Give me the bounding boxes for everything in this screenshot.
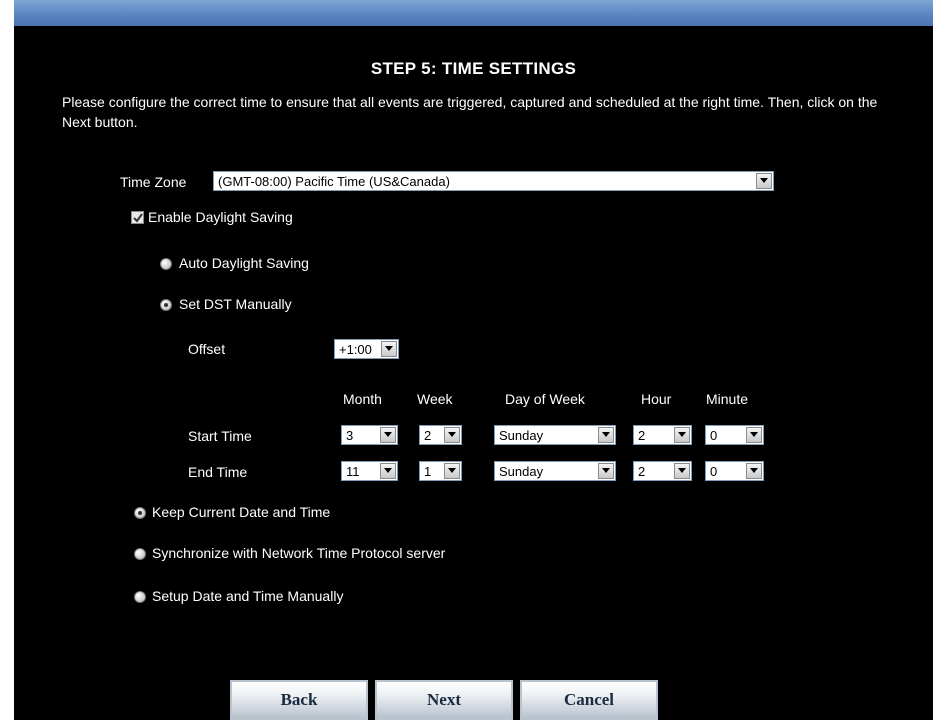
end-hour-value: 2 — [638, 464, 646, 479]
start-day-of-week-value: Sunday — [499, 428, 544, 443]
start-day-of-week-select[interactable]: Sunday — [494, 425, 616, 445]
instructions-text: Please configure the correct time to ens… — [62, 94, 878, 130]
enable-daylight-saving-label: Enable Daylight Saving — [148, 209, 293, 225]
back-button[interactable]: Back — [230, 680, 368, 720]
start-hour-select[interactable]: 2 — [633, 425, 692, 445]
enable-daylight-saving-checkbox[interactable] — [131, 211, 144, 224]
month-column-header: Month — [343, 391, 382, 407]
manual-time-radio[interactable] — [134, 591, 146, 603]
time-zone-select[interactable]: (GMT-08:00) Pacific Time (US&Canada) — [213, 171, 774, 191]
chevron-down-icon[interactable] — [444, 463, 460, 479]
minute-column-header: Minute — [706, 391, 749, 407]
end-week-value: 1 — [424, 464, 432, 479]
start-week-value: 2 — [424, 428, 432, 443]
auto-daylight-saving-label: Auto Daylight Saving — [179, 255, 309, 271]
chevron-down-icon[interactable] — [598, 463, 614, 479]
chevron-down-icon[interactable] — [746, 427, 762, 443]
chevron-down-icon[interactable] — [674, 463, 690, 479]
keep-current-time-label: Keep Current Date and Time — [152, 504, 331, 520]
chevron-down-icon[interactable] — [674, 427, 690, 443]
keep-current-time-radio[interactable] — [134, 507, 146, 519]
page-title: STEP 5: TIME SETTINGS — [370, 59, 577, 78]
chevron-down-icon[interactable] — [380, 427, 396, 443]
auto-daylight-saving-radio[interactable] — [160, 258, 172, 270]
ntp-sync-label: Synchronize with Network Time Protocol s… — [152, 545, 446, 561]
end-time-label: End Time — [188, 464, 248, 480]
end-minute-select[interactable]: 0 — [705, 461, 764, 481]
setup-wizard-panel: STEP 5: TIME SETTINGS Please configure t… — [14, 26, 933, 720]
hour-column-header: Hour — [641, 391, 672, 407]
next-button[interactable]: Next — [375, 680, 513, 720]
window-top-bar — [14, 0, 933, 26]
chevron-down-icon[interactable] — [598, 427, 614, 443]
end-day-of-week-value: Sunday — [499, 464, 544, 479]
set-dst-manually-radio[interactable] — [160, 299, 172, 311]
start-time-label: Start Time — [188, 428, 252, 444]
end-month-value: 11 — [346, 464, 360, 479]
time-zone-label: Time Zone — [120, 174, 187, 190]
set-dst-manually-label: Set DST Manually — [179, 296, 292, 312]
start-week-select[interactable]: 2 — [419, 425, 462, 445]
end-week-select[interactable]: 1 — [419, 461, 462, 481]
day-of-week-column-header: Day of Week — [505, 391, 585, 407]
ntp-sync-radio[interactable] — [134, 548, 146, 560]
start-minute-value: 0 — [710, 428, 718, 443]
checkmark-icon — [133, 213, 143, 223]
start-month-select[interactable]: 3 — [341, 425, 398, 445]
start-month-value: 3 — [346, 428, 354, 443]
cancel-button[interactable]: Cancel — [520, 680, 658, 720]
chevron-down-icon[interactable] — [746, 463, 762, 479]
time-zone-value: (GMT-08:00) Pacific Time (US&Canada) — [218, 174, 450, 189]
offset-select[interactable]: +1:00 — [334, 339, 399, 359]
week-column-header: Week — [417, 391, 453, 407]
offset-value: +1:00 — [339, 342, 372, 357]
manual-time-label: Setup Date and Time Manually — [152, 588, 344, 604]
start-hour-value: 2 — [638, 428, 646, 443]
chevron-down-icon[interactable] — [756, 173, 772, 189]
end-month-select[interactable]: 11 — [341, 461, 398, 481]
start-minute-select[interactable]: 0 — [705, 425, 764, 445]
chevron-down-icon[interactable] — [380, 463, 396, 479]
offset-label: Offset — [188, 341, 226, 357]
chevron-down-icon[interactable] — [444, 427, 460, 443]
end-minute-value: 0 — [710, 464, 718, 479]
end-day-of-week-select[interactable]: Sunday — [494, 461, 616, 481]
chevron-down-icon[interactable] — [381, 341, 397, 357]
end-hour-select[interactable]: 2 — [633, 461, 692, 481]
